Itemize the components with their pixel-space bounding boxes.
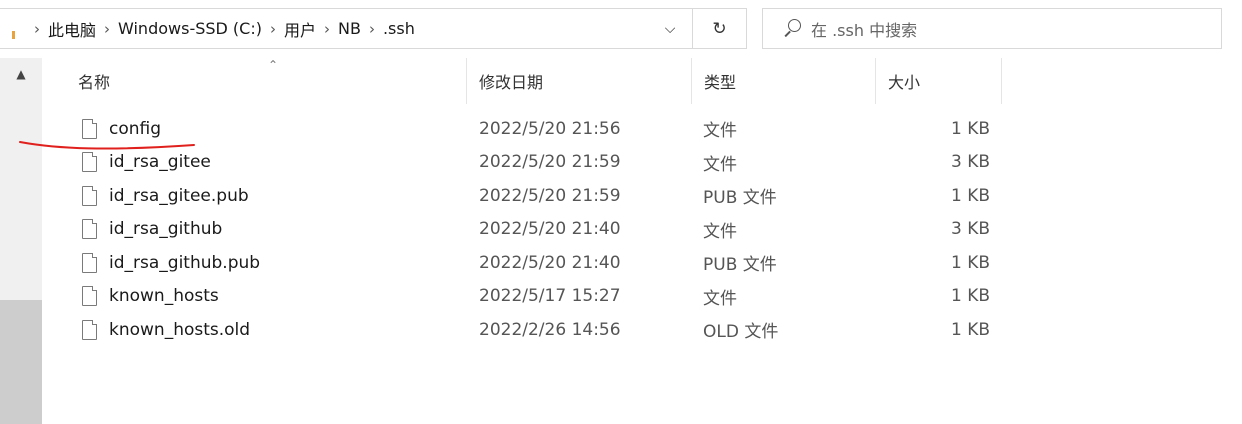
file-type: PUB 文件 [703,255,777,276]
file-date: 2022/2/26 14:56 [479,319,621,340]
chevron-down-icon[interactable]: ⌵ [656,9,684,48]
file-size: 1 KB [950,185,990,206]
sort-ascending-icon: ⌃ [268,58,279,72]
file-size: 3 KB [950,219,990,240]
file-icon [82,286,97,307]
file-type: 文件 [703,121,737,142]
column-header-date[interactable]: 修改日期 [467,58,692,104]
file-icon [82,219,97,240]
file-icon [82,319,97,340]
file-row[interactable]: id_rsa_github 2022/5/20 21:40 文件 3 KB [42,213,1042,247]
file-date: 2022/5/20 21:40 [479,252,621,273]
folder-icon [12,17,26,41]
file-name: known_hosts [109,286,219,307]
breadcrumb-separator-icon[interactable]: › [324,20,330,38]
file-date: 2022/5/20 21:59 [479,185,621,206]
search-box[interactable]: 在 .ssh 中搜索 [762,8,1222,49]
column-header-label: 类型 [704,73,737,92]
file-size: 1 KB [950,319,990,340]
search-icon [781,18,801,39]
file-row[interactable]: known_hosts 2022/5/17 15:27 文件 1 KB [42,280,1042,314]
file-date: 2022/5/20 21:59 [479,152,621,173]
breadcrumb-item-nb[interactable]: NB [338,19,361,38]
breadcrumb-item-ssh[interactable]: .ssh [383,19,415,38]
toolbar: › 此电脑 › Windows-SSD (C:) › 用户 › NB › .ss… [0,0,1242,58]
file-type: 文件 [703,221,737,242]
column-header-row: 名称 ⌃ 修改日期 类型 大小 [42,58,1242,104]
scrollbar-thumb[interactable] [0,300,42,424]
refresh-icon: ↻ [712,18,727,39]
breadcrumb-item-users[interactable]: 用户 [284,17,316,41]
file-date: 2022/5/17 15:27 [479,286,621,307]
file-date: 2022/5/20 21:40 [479,219,621,240]
file-name: id_rsa_github [109,219,223,240]
breadcrumb-item-drive[interactable]: Windows-SSD (C:) [118,19,262,38]
refresh-button[interactable]: ↻ [693,8,747,49]
file-row[interactable]: id_rsa_gitee.pub 2022/5/20 21:59 PUB 文件 … [42,179,1042,213]
search-input[interactable]: 在 .ssh 中搜索 [811,17,917,41]
scroll-up-arrow-icon[interactable]: ▲ [0,58,42,90]
file-row[interactable]: id_rsa_github.pub 2022/5/20 21:40 PUB 文件… [42,246,1042,280]
column-header-name[interactable]: 名称 ⌃ [42,58,467,104]
column-header-label: 名称 [78,73,111,92]
file-size: 1 KB [950,118,990,139]
file-name: id_rsa_github.pub [109,252,261,273]
file-icon [82,185,97,206]
file-size: 3 KB [950,152,990,173]
file-icon [82,252,97,273]
file-type: PUB 文件 [703,188,777,209]
file-type: OLD 文件 [703,322,779,343]
file-date: 2022/5/20 21:56 [479,118,621,139]
breadcrumb-separator-icon[interactable]: › [369,20,375,38]
breadcrumb-separator-icon[interactable]: › [270,20,276,38]
column-header-type[interactable]: 类型 [692,58,876,104]
address-bar[interactable]: › 此电脑 › Windows-SSD (C:) › 用户 › NB › .ss… [0,8,693,49]
breadcrumb-separator-icon[interactable]: › [104,20,110,38]
file-type: 文件 [703,154,737,175]
file-type: 文件 [703,288,737,309]
vertical-scrollbar[interactable]: ▲ [0,58,42,424]
file-name: known_hosts.old [109,319,251,340]
column-header-label: 大小 [888,73,921,92]
file-size: 1 KB [950,286,990,307]
breadcrumb-item-this-pc[interactable]: 此电脑 [48,17,96,41]
column-header-size[interactable]: 大小 [876,58,1002,104]
column-header-label: 修改日期 [479,73,544,92]
breadcrumb-separator-icon[interactable]: › [34,20,40,38]
file-size: 1 KB [950,252,990,273]
file-name: id_rsa_gitee.pub [109,185,249,206]
red-annotation-underline [19,141,195,150]
file-row[interactable]: known_hosts.old 2022/2/26 14:56 OLD 文件 1… [42,313,1042,347]
